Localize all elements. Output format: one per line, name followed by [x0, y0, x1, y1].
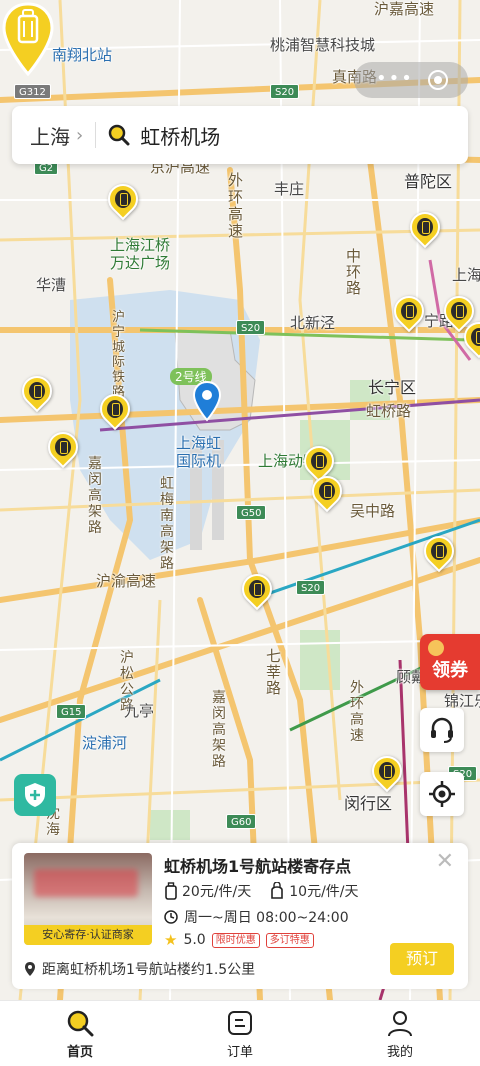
- storage-marker[interactable]: [15, 369, 59, 416]
- tab-home[interactable]: 首页: [0, 1001, 160, 1066]
- map-label-huacao: 华漕: [36, 276, 67, 294]
- promo-tag-multi: 多订特惠: [265, 932, 314, 948]
- storage-marker[interactable]: [387, 289, 431, 336]
- locate-icon: [429, 781, 455, 807]
- large-luggage-price: 20元/件/天: [164, 881, 251, 901]
- bag-icon: [271, 882, 284, 899]
- order-icon: [228, 1011, 252, 1035]
- storage-marker[interactable]: [417, 529, 461, 576]
- hours-text: 周一~周日 08:00~24:00: [184, 910, 349, 926]
- map-label-changning: 长宁区: [368, 378, 417, 397]
- map-label-taopu: 桃浦智慧科技城: [270, 36, 376, 54]
- tab-home-label: 首页: [66, 1045, 93, 1060]
- close-icon[interactable]: ✕: [436, 849, 454, 874]
- app-root: 南翔北站 桃浦智慧科技城 沪嘉高速 真南路 丰庄 普陀区 京沪高速 上海江桥 万…: [0, 0, 480, 1066]
- storage-marker[interactable]: [305, 469, 349, 516]
- storage-marker[interactable]: [365, 749, 409, 796]
- large-price-text: 20元/件/天: [182, 884, 252, 900]
- photo-blur: [34, 869, 138, 897]
- shield-s20-low: S20: [296, 580, 326, 595]
- map-label-jiuting: 九亭: [124, 702, 155, 720]
- distance-text: 距离虹桥机场1号航站楼约1.5公里: [42, 962, 256, 978]
- search-bar[interactable]: 上海 › 虹桥机场: [12, 106, 468, 164]
- search-icon: [108, 124, 130, 146]
- search-query[interactable]: 虹桥机场: [140, 121, 220, 150]
- selected-storage-marker[interactable]: [0, 0, 56, 80]
- tab-profile-label: 我的: [386, 1045, 413, 1060]
- map-label-hongqiao-rd: 虹桥路: [366, 402, 412, 420]
- certified-badge: 安心寄存·认证商家: [24, 925, 152, 945]
- shield-g15: G15: [56, 704, 87, 719]
- shield-g50: G50: [236, 505, 267, 520]
- customer-service-button[interactable]: [420, 708, 464, 752]
- city-selector[interactable]: 上海: [30, 121, 70, 150]
- map-label-hujia: 沪嘉高速: [374, 0, 435, 18]
- map-label-dianpu: 淀浦河: [82, 734, 128, 752]
- storage-title: 虹桥机场1号航站楼寄存点: [164, 857, 352, 876]
- map-label-shanghai-right: 上海: [452, 266, 480, 284]
- price-row: 20元/件/天 10元/件/天: [164, 881, 359, 901]
- safety-shield-button[interactable]: [14, 774, 56, 816]
- map-label-jiamin: 嘉闵高架路: [88, 456, 102, 536]
- coupon-label: 领券: [432, 660, 468, 681]
- search-divider: [95, 122, 97, 148]
- coupon-button[interactable]: 领券: [420, 634, 480, 690]
- map-label-zhonghuan: 中环路: [346, 247, 362, 297]
- map-label-qishen: 七莘路: [266, 647, 282, 697]
- suitcase-icon: [165, 882, 177, 900]
- more-icon[interactable]: •••: [376, 68, 414, 89]
- opening-hours: 周一~周日 08:00~24:00: [164, 907, 349, 927]
- rating-row: ★ 5.0 限时优惠 多订特惠: [164, 931, 314, 949]
- storage-marker[interactable]: [41, 425, 85, 472]
- map-label-nanxiang: 南翔北站: [52, 46, 113, 64]
- shield-g312: G312: [14, 84, 51, 99]
- rating-value: 5.0: [183, 932, 206, 948]
- map-label-jiamin2: 嘉闵高架路: [212, 690, 226, 770]
- map-label-huning: 沪宁城际铁路: [112, 310, 126, 400]
- headset-icon: [431, 717, 453, 743]
- storage-photo: 安心寄存·认证商家: [24, 853, 152, 945]
- map-label-hongqiao-airport: 上海虹 国际机: [176, 434, 222, 470]
- map-label-hongmei: 虹梅南高架路: [160, 476, 174, 572]
- map-label-fengzhuang: 丰庄: [274, 180, 305, 198]
- promo-tag-limited: 限时优惠: [211, 932, 260, 948]
- storage-marker[interactable]: [93, 387, 137, 434]
- book-button[interactable]: 预订: [390, 943, 454, 975]
- clock-icon: [164, 910, 178, 924]
- search-icon: [67, 1010, 94, 1037]
- shield-s20-top: S20: [270, 84, 300, 99]
- map-label-waihuan1: 外环 高速: [228, 171, 244, 240]
- storage-marker[interactable]: [101, 177, 145, 224]
- map-label-waihuan2: 外环高速: [350, 680, 364, 744]
- map-top-controls[interactable]: •••: [354, 62, 468, 98]
- distance-row: 距离虹桥机场1号航站楼约1.5公里: [24, 959, 255, 979]
- locate-button[interactable]: [420, 772, 464, 816]
- tab-orders[interactable]: 订单: [160, 1001, 320, 1066]
- profile-icon: [388, 1011, 412, 1037]
- storage-marker[interactable]: [403, 205, 447, 252]
- small-luggage-price: 10元/件/天: [269, 881, 359, 901]
- tab-profile[interactable]: 我的: [320, 1001, 480, 1066]
- chevron-right-icon: ›: [76, 124, 84, 146]
- airport-location-pin-icon: [192, 380, 222, 422]
- star-icon: ★: [164, 931, 178, 949]
- shield-s20-mid: S20: [236, 320, 266, 335]
- shield-plus-icon: [25, 783, 45, 807]
- map-label-wanda: 上海江桥 万达广场: [110, 236, 171, 272]
- map-label-putuo: 普陀区: [404, 172, 453, 191]
- location-pin-icon: [25, 962, 35, 976]
- map-label-huyu: 沪渝高速: [96, 572, 157, 590]
- small-price-text: 10元/件/天: [289, 884, 359, 900]
- tab-orders-label: 订单: [226, 1045, 253, 1060]
- shield-g60: G60: [226, 814, 257, 829]
- storage-marker[interactable]: [457, 315, 480, 362]
- bottom-tab-bar: 首页 订单 我的: [0, 1000, 480, 1066]
- map-label-wuzhong: 吴中路: [350, 502, 396, 520]
- target-icon[interactable]: [428, 70, 448, 90]
- storage-info-card[interactable]: 安心寄存·认证商家 虹桥机场1号航站楼寄存点 ✕ 20元/件/天 10元/件/天: [12, 843, 468, 989]
- storage-marker[interactable]: [235, 567, 279, 614]
- map-label-beixinjing: 北新泾: [290, 314, 336, 332]
